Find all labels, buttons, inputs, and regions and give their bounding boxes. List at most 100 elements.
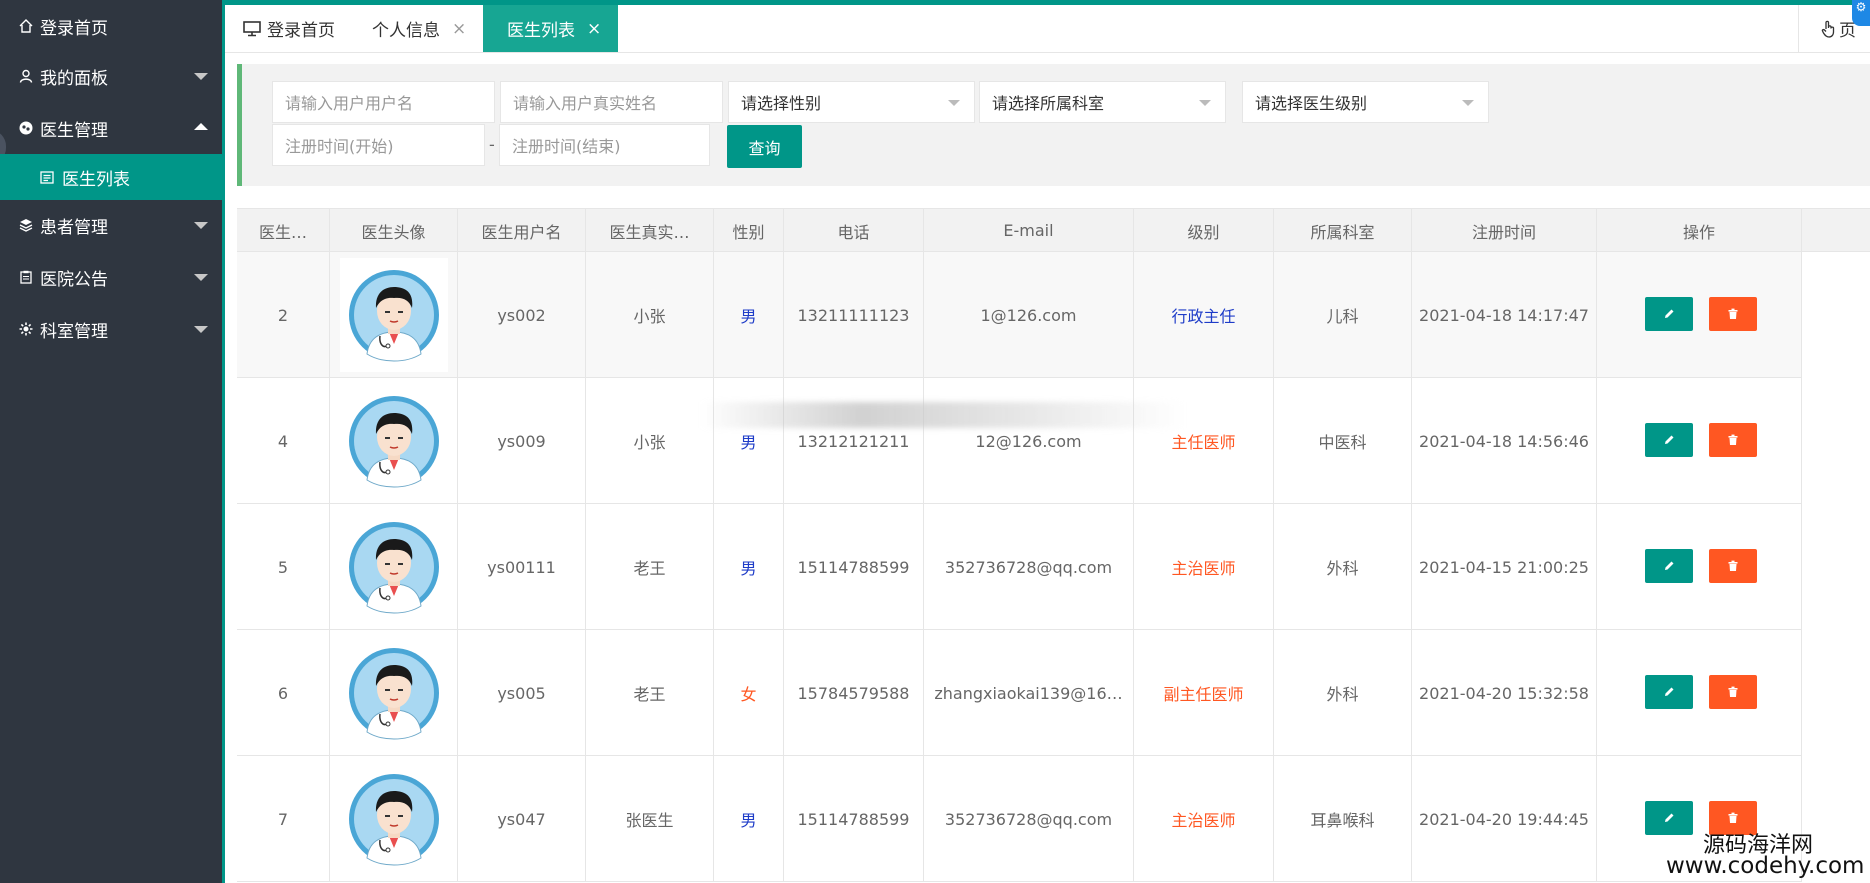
sidebar-item-doctor-management[interactable]: 医生管理 xyxy=(0,104,222,152)
cell-phone: 15114788599 xyxy=(784,756,924,882)
cell-dept: 外科 xyxy=(1274,504,1412,630)
avatar xyxy=(339,636,448,750)
table-row[interactable]: 4 ys009 小张男 13212121211 12@126.com 主任医师 中医科 20… xyxy=(237,378,1802,504)
sidebar-item-label: 医院公告 xyxy=(40,269,108,290)
column-header[interactable]: 医生用户名 xyxy=(458,209,586,252)
monitor-icon xyxy=(243,20,261,37)
cell-level: 主治医师 xyxy=(1134,756,1274,882)
edit-button[interactable] xyxy=(1645,297,1693,331)
level-select[interactable]: 请选择医生级别 xyxy=(1242,81,1489,123)
cell-gender: 女 xyxy=(714,630,784,756)
edit-button[interactable] xyxy=(1645,801,1693,835)
gender-select[interactable]: 请选择性别 xyxy=(728,81,975,123)
date-range-separator: - xyxy=(489,135,495,154)
table-row[interactable]: 6 ys005 老王女 15784579588 zhangxiaokai139@16…… xyxy=(237,630,1802,756)
column-header[interactable]: 性别 xyxy=(714,209,784,252)
tab-profile[interactable]: 个人信息 × xyxy=(372,5,492,52)
username-input[interactable]: 请输入用户用户名 xyxy=(272,81,495,123)
cell-username: ys047 xyxy=(458,756,586,882)
table-row[interactable]: 2 ys002 小张男 13211111123 1@126.com 行政主任 儿科 2021… xyxy=(237,252,1802,378)
tab-label: 登录首页 xyxy=(267,21,335,41)
sidebar-item-patient-management[interactable]: 患者管理 xyxy=(0,201,222,249)
cell-realname: 小张 xyxy=(586,252,714,378)
cell-dept: 中医科 xyxy=(1274,378,1412,504)
watermark-url: www.codehy.com xyxy=(1666,853,1865,879)
column-header[interactable]: 所属科室 xyxy=(1274,209,1412,252)
trash-icon xyxy=(1727,308,1739,320)
table-row[interactable]: 7 ys047 张医生男 15114788599 352736728@qq.com 主治… xyxy=(237,756,1802,882)
avatar-cell xyxy=(330,378,458,504)
column-header[interactable]: E-mail xyxy=(924,209,1134,252)
chevron-down-icon xyxy=(1199,100,1211,106)
column-header[interactable]: 注册时间 xyxy=(1412,209,1597,252)
column-header[interactable]: 医生… xyxy=(237,209,330,252)
avatar-cell xyxy=(330,504,458,630)
hand-icon xyxy=(1821,20,1837,38)
cell-username: ys00111 xyxy=(458,504,586,630)
cell-time: 2021-04-18 14:56:46 xyxy=(1412,378,1597,504)
department-select[interactable]: 请选择所属科室 xyxy=(979,81,1226,123)
delete-button[interactable] xyxy=(1709,675,1757,709)
sidebar-item-hospital-notice[interactable]: 医院公告 xyxy=(0,253,222,301)
sidebar-item-label: 医生管理 xyxy=(40,120,108,141)
delete-button[interactable] xyxy=(1709,297,1757,331)
start-date-input[interactable]: 注册时间(开始) xyxy=(272,124,485,166)
delete-button[interactable] xyxy=(1709,549,1757,583)
cell-id: 2 xyxy=(237,252,330,378)
cell-realname: 老王 xyxy=(586,504,714,630)
cell-username: ys005 xyxy=(458,630,586,756)
avatar-cell xyxy=(330,630,458,756)
cell-level: 行政主任 xyxy=(1134,252,1274,378)
edit-button[interactable] xyxy=(1645,675,1693,709)
edit-button[interactable] xyxy=(1645,549,1693,583)
column-header[interactable]: 医生头像 xyxy=(330,209,458,252)
table-row[interactable]: 5 ys00111 老王男 15114788599 352736728@qq.com 主… xyxy=(237,504,1802,630)
end-date-input[interactable]: 注册时间(结束) xyxy=(499,124,710,166)
actions-cell xyxy=(1597,504,1802,630)
sidebar-item-dashboard[interactable]: 我的面板 xyxy=(0,52,222,100)
department-select-value: 请选择所属科室 xyxy=(992,94,1105,113)
actions-cell xyxy=(1597,630,1802,756)
cell-phone: 13211111123 xyxy=(784,252,924,378)
tab-home[interactable]: 登录首页 xyxy=(243,5,353,52)
column-header[interactable]: 操作 xyxy=(1597,209,1802,252)
notice-icon xyxy=(18,269,34,285)
cell-dept: 儿科 xyxy=(1274,252,1412,378)
cell-email: 352736728@qq.com xyxy=(924,504,1134,630)
sidebar-item-home[interactable]: 登录首页 xyxy=(0,2,222,50)
sidebar-subitem-label: 医生列表 xyxy=(62,169,130,190)
close-icon[interactable]: × xyxy=(452,19,466,39)
cell-phone: 13212121211 xyxy=(784,378,924,504)
pencil-icon xyxy=(1663,686,1675,698)
cell-id: 5 xyxy=(237,504,330,630)
chevron-down-icon xyxy=(948,100,960,106)
avatar-cell xyxy=(330,252,458,378)
sidebar-item-department-management[interactable]: 科室管理 xyxy=(0,305,222,353)
edit-button[interactable] xyxy=(1645,423,1693,457)
close-icon[interactable]: × xyxy=(587,19,601,39)
sidebar-subitem-doctor-list[interactable]: 医生列表 xyxy=(0,154,222,200)
tab-label: 医生列表 xyxy=(507,21,575,41)
pencil-icon xyxy=(1663,560,1675,572)
chevron-down-icon xyxy=(194,222,208,229)
realname-input[interactable]: 请输入用户真实姓名 xyxy=(500,81,723,123)
column-header[interactable]: 电话 xyxy=(784,209,924,252)
delete-button[interactable] xyxy=(1709,423,1757,457)
tab-doctor-list[interactable]: 医生列表 × xyxy=(483,5,618,52)
cell-gender: 男 xyxy=(714,504,784,630)
gear-icon xyxy=(18,321,34,337)
cell-dept: 耳鼻喉科 xyxy=(1274,756,1412,882)
cell-dept: 外科 xyxy=(1274,630,1412,756)
column-header[interactable]: 医生真实… xyxy=(586,209,714,252)
trash-icon xyxy=(1727,686,1739,698)
trash-icon xyxy=(1727,434,1739,446)
column-header[interactable]: 级别 xyxy=(1134,209,1274,252)
tab-label: 个人信息 xyxy=(372,21,440,41)
cell-time: 2021-04-18 14:17:47 xyxy=(1412,252,1597,378)
actions-cell xyxy=(1597,252,1802,378)
float-badge[interactable]: ⚙ xyxy=(1852,0,1870,26)
chevron-down-icon xyxy=(194,73,208,80)
cell-gender: 男 xyxy=(714,756,784,882)
doctor-icon xyxy=(18,120,34,136)
query-button[interactable]: 查询 xyxy=(727,125,802,168)
